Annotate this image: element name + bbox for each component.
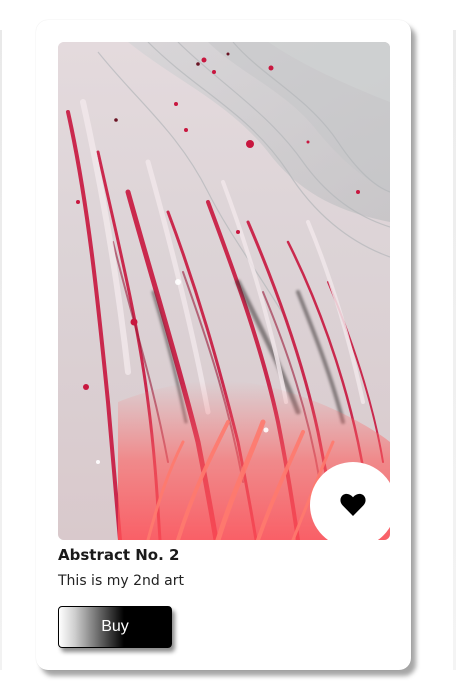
art-card: Abstract No. 2 This is my 2nd art Buy bbox=[36, 20, 411, 670]
artwork-image bbox=[58, 42, 390, 540]
heart-icon bbox=[340, 493, 366, 516]
art-description: This is my 2nd art bbox=[58, 573, 185, 589]
previous-card-edge bbox=[0, 30, 2, 670]
art-title: Abstract No. 2 bbox=[58, 546, 180, 564]
buy-button[interactable]: Buy bbox=[58, 606, 172, 648]
favorite-button[interactable] bbox=[310, 462, 390, 540]
page: Abstract No. 2 This is my 2nd art Buy bbox=[0, 0, 456, 684]
